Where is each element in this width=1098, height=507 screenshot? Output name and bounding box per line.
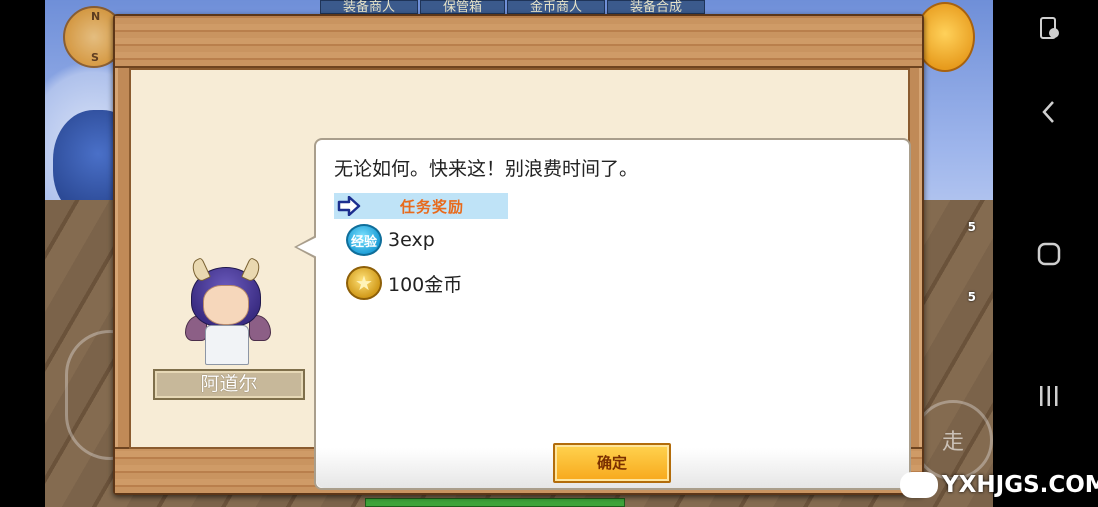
watermark-text: YXHJGS.COM bbox=[942, 472, 1098, 498]
speech-bubble: 无论如何。快来这！别浪费时间了。 任务奖励 经验 3exp ★ 100金币 确定 bbox=[294, 138, 911, 490]
reward-header: 任务奖励 bbox=[334, 193, 508, 219]
reward-title: 任务奖励 bbox=[400, 197, 465, 216]
recents-icon[interactable] bbox=[1033, 380, 1065, 412]
npc-body bbox=[205, 325, 249, 365]
npc-name-plate: 阿道尔 bbox=[153, 369, 305, 400]
reward-value: 100金币 bbox=[388, 273, 463, 296]
hp-bar bbox=[365, 498, 625, 507]
system-nav-bar bbox=[993, 0, 1098, 507]
dialog-content-area: 阿道尔 无论如何。快来这！别浪费时间了。 任务奖励 经验 3exp ★ 100金… bbox=[129, 68, 911, 490]
reward-item: 经验 3exp bbox=[346, 224, 435, 256]
coin-icon: ★ bbox=[346, 266, 382, 300]
emote-button[interactable] bbox=[915, 2, 975, 72]
skill-slot-count: 5 bbox=[967, 220, 976, 234]
npc-face bbox=[203, 285, 249, 325]
skill-slot[interactable]: 5 bbox=[930, 268, 980, 308]
screen-pin-icon[interactable] bbox=[1033, 12, 1065, 44]
reward-item: ★ 100金币 bbox=[346, 266, 462, 300]
walk-button[interactable]: 走 bbox=[913, 400, 993, 480]
compass-north-label: N bbox=[91, 10, 101, 23]
quest-dialog: 阿道尔 无论如何。快来这！别浪费时间了。 任务奖励 经验 3exp ★ 100金… bbox=[113, 14, 924, 495]
skill-slot[interactable]: 5 bbox=[930, 198, 980, 238]
arrow-right-icon bbox=[336, 193, 362, 219]
tab-equipment-merchant[interactable]: 装备商人 bbox=[320, 0, 419, 15]
reward-value: 3exp bbox=[388, 229, 435, 251]
top-menu-tabs: 装备商人 保管箱 金币商人 装备合成 bbox=[320, 0, 706, 15]
tab-equipment-synthesis[interactable]: 装备合成 bbox=[607, 0, 706, 15]
home-icon[interactable] bbox=[1033, 238, 1065, 270]
npc-message: 无论如何。快来这！别浪费时间了。 bbox=[334, 158, 639, 180]
dialog-wood-top bbox=[115, 16, 922, 68]
gamepad-icon bbox=[900, 472, 938, 498]
confirm-button[interactable]: 确定 bbox=[553, 443, 671, 483]
site-watermark: YXHJGS.COM bbox=[900, 472, 1098, 498]
compass-south-label: S bbox=[91, 51, 99, 64]
exp-icon: 经验 bbox=[346, 224, 382, 256]
tab-storage-box[interactable]: 保管箱 bbox=[420, 0, 506, 15]
tab-gold-merchant[interactable]: 金币商人 bbox=[507, 0, 606, 15]
skill-slot-count: 5 bbox=[967, 290, 976, 304]
back-icon[interactable] bbox=[1033, 96, 1065, 128]
npc-portrait bbox=[183, 255, 273, 375]
